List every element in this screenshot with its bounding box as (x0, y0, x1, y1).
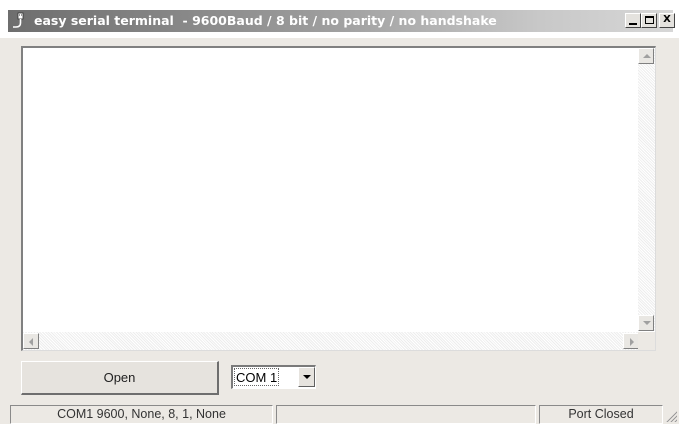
resize-grip-icon[interactable] (665, 410, 677, 422)
com-port-select[interactable]: COM 1 (231, 365, 316, 389)
close-button[interactable]: X (659, 13, 675, 28)
serial-port-icon[interactable] (12, 12, 28, 30)
scroll-up-button[interactable] (638, 48, 654, 64)
arrow-up-icon (643, 54, 651, 58)
window-title: easy serial terminal - 9600Baud / 8 bit … (34, 13, 497, 28)
scroll-down-button[interactable] (638, 315, 654, 331)
chevron-down-icon (303, 375, 311, 379)
minimize-icon (629, 23, 637, 25)
vertical-scrollbar[interactable] (638, 48, 655, 331)
arrow-right-icon (630, 338, 634, 346)
title-bar-caption[interactable]: easy serial terminal - 9600Baud / 8 bit … (8, 10, 675, 32)
status-middle-panel (276, 405, 536, 424)
app-window: easy serial terminal - 9600Baud / 8 bit … (0, 0, 679, 424)
maximize-icon (645, 16, 654, 24)
status-bar: COM1 9600, None, 8, 1, None Port Closed (0, 403, 679, 424)
com-port-value: COM 1 (234, 368, 280, 386)
com-port-dropdown-button[interactable] (298, 367, 315, 387)
horizontal-scrollbar[interactable] (23, 332, 639, 350)
scrollbar-corner (638, 332, 655, 350)
terminal-output[interactable] (21, 46, 656, 351)
close-icon: X (663, 14, 671, 25)
arrow-down-icon (643, 321, 651, 325)
status-port-state: Port Closed (539, 405, 663, 424)
title-bar[interactable]: easy serial terminal - 9600Baud / 8 bit … (0, 0, 679, 38)
status-port-settings: COM1 9600, None, 8, 1, None (10, 405, 273, 424)
maximize-button[interactable] (641, 13, 657, 28)
scroll-right-button[interactable] (623, 333, 639, 349)
minimize-button[interactable] (625, 13, 641, 28)
arrow-left-icon (29, 338, 33, 346)
scroll-left-button[interactable] (23, 333, 39, 349)
open-port-button[interactable]: Open (21, 361, 219, 395)
